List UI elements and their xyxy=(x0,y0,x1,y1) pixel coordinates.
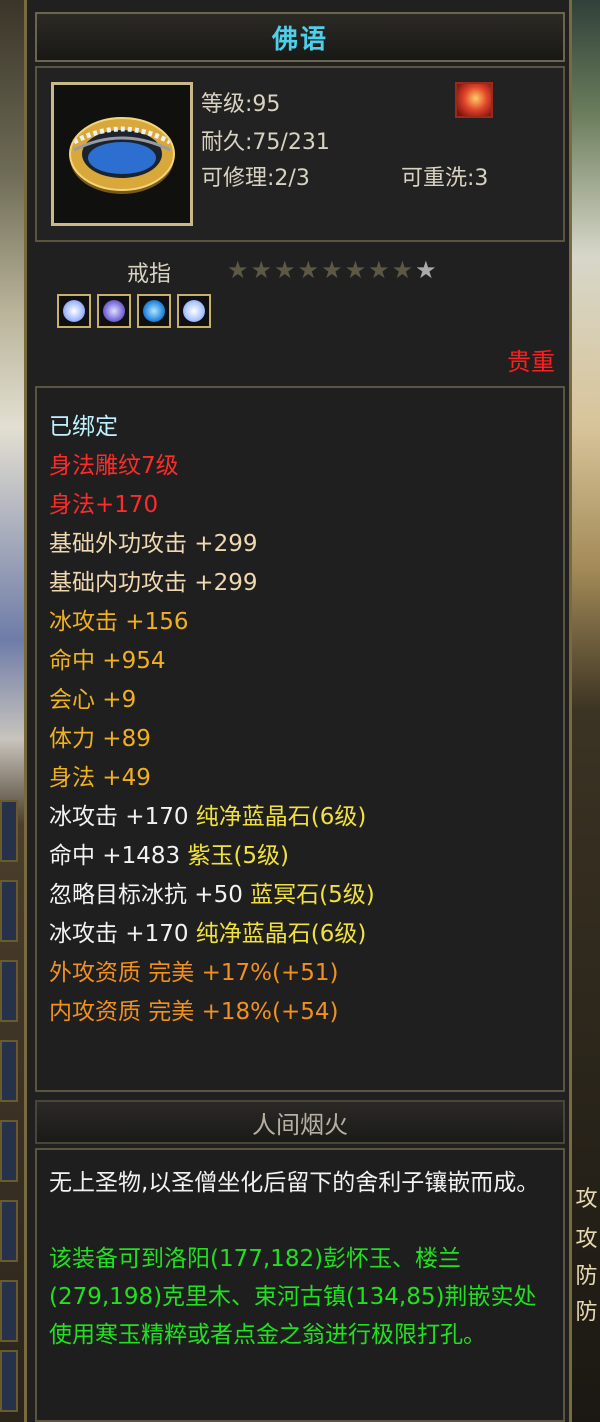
star-icon: ★ xyxy=(344,256,367,284)
star-icon: ★ xyxy=(415,256,437,284)
attribute-line: 冰攻击 +170 纯净蓝晶石(6级) xyxy=(49,921,367,947)
description-panel: 无上圣物,以圣僧坐化后留下的舍利子镶嵌而成。 该装备可到洛阳(177,182)彭… xyxy=(35,1148,565,1422)
item-lore: 无上圣物,以圣僧坐化后留下的舍利子镶嵌而成。 xyxy=(49,1170,540,1196)
attribute-line: 已绑定 xyxy=(49,414,118,440)
attribute-line: 身法雕纹7级 xyxy=(49,453,179,479)
attribute-line: 冰攻击 +170 纯净蓝晶石(6级) xyxy=(49,804,367,830)
item-rewashable: 可重洗:3 xyxy=(401,166,489,191)
item-hint: 该装备可到洛阳(177,182)彭怀玉、楼兰(279,198)克里木、束河古镇(… xyxy=(49,1246,537,1348)
attribute-line: 内攻资质 完美 +18%(+54) xyxy=(49,999,339,1025)
star-rating: ★ ★ ★ ★ ★ ★ ★ ★ ★ xyxy=(227,258,437,282)
item-name: 佛语 xyxy=(35,12,565,62)
skill-slot[interactable] xyxy=(0,1350,18,1412)
attribute-line: 命中 +1483 紫玉(5级) xyxy=(49,843,290,869)
skill-slot[interactable] xyxy=(0,1280,18,1342)
gem-slot xyxy=(57,294,91,328)
item-tooltip: 佛语 等级:95 耐久:75/231 可修理:2/3 可重洗:3 戒指 ★ ★ … xyxy=(24,0,572,1422)
item-quality: 贵重 xyxy=(507,348,555,376)
attribute-line: 外攻资质 完美 +17%(+51) xyxy=(49,960,339,986)
set-name: 人间烟火 xyxy=(35,1100,565,1144)
skill-slot[interactable] xyxy=(0,880,18,942)
attribute-line: 基础外功攻击 +299 xyxy=(49,531,258,557)
attribute-panel: 已绑定身法雕纹7级 身法+170 基础外功攻击 +299 基础内功攻击 +299 冰攻击… xyxy=(35,386,565,1092)
star-icon: ★ xyxy=(321,256,343,284)
diamond-gem-icon xyxy=(183,300,205,322)
diamond-gem-icon xyxy=(63,300,85,322)
side-stat-label: 防 xyxy=(575,1264,598,1289)
attribute-line: 体力 +89 xyxy=(49,726,151,752)
item-durability: 耐久:75/231 xyxy=(201,130,330,155)
ring-icon xyxy=(69,117,175,194)
blue-gem-icon xyxy=(143,300,165,322)
attribute-list: 已绑定身法雕纹7级 身法+170 基础外功攻击 +299 基础内功攻击 +299 冰攻击… xyxy=(49,408,375,1032)
attribute-line: 身法+170 xyxy=(49,492,159,518)
item-type-area: 戒指 ★ ★ ★ ★ ★ ★ ★ ★ ★ 贵重 xyxy=(35,246,565,382)
attribute-line: 忽略目标冰抗 +50 蓝冥石(5级) xyxy=(49,882,375,908)
item-header: 等级:95 耐久:75/231 可修理:2/3 可重洗:3 xyxy=(35,66,565,242)
star-icon: ★ xyxy=(391,256,414,284)
attribute-line: 命中 +954 xyxy=(49,648,166,674)
star-icon: ★ xyxy=(274,256,296,284)
gem-slot xyxy=(137,294,171,328)
item-icon-frame xyxy=(51,82,193,226)
attribute-line: 身法 +49 xyxy=(49,765,151,791)
skill-slot[interactable] xyxy=(0,1040,18,1102)
gem-slot xyxy=(177,294,211,328)
item-type: 戒指 xyxy=(127,262,172,287)
skill-slot[interactable] xyxy=(0,1200,18,1262)
item-level: 等级:95 xyxy=(201,92,281,117)
skill-slot[interactable] xyxy=(0,1120,18,1182)
star-icon: ★ xyxy=(368,256,390,284)
skill-slot[interactable] xyxy=(0,960,18,1022)
item-repairable: 可修理:2/3 xyxy=(201,166,310,191)
phoenix-badge-icon xyxy=(455,82,493,118)
gem-slots xyxy=(57,294,211,328)
side-stat-label: 攻 xyxy=(575,1227,598,1252)
attribute-line: 冰攻击 +156 xyxy=(49,609,189,635)
attribute-line: 会心 +9 xyxy=(49,687,137,713)
attribute-line: 基础内功攻击 +299 xyxy=(49,570,258,596)
purple-gem-icon xyxy=(103,300,125,322)
side-stat-label: 防 xyxy=(575,1300,598,1325)
star-icon: ★ xyxy=(297,256,320,284)
star-icon: ★ xyxy=(227,256,249,284)
skill-slot[interactable] xyxy=(0,800,18,862)
gem-slot xyxy=(97,294,131,328)
side-stat-label: 攻 xyxy=(575,1187,598,1212)
star-icon: ★ xyxy=(250,256,273,284)
